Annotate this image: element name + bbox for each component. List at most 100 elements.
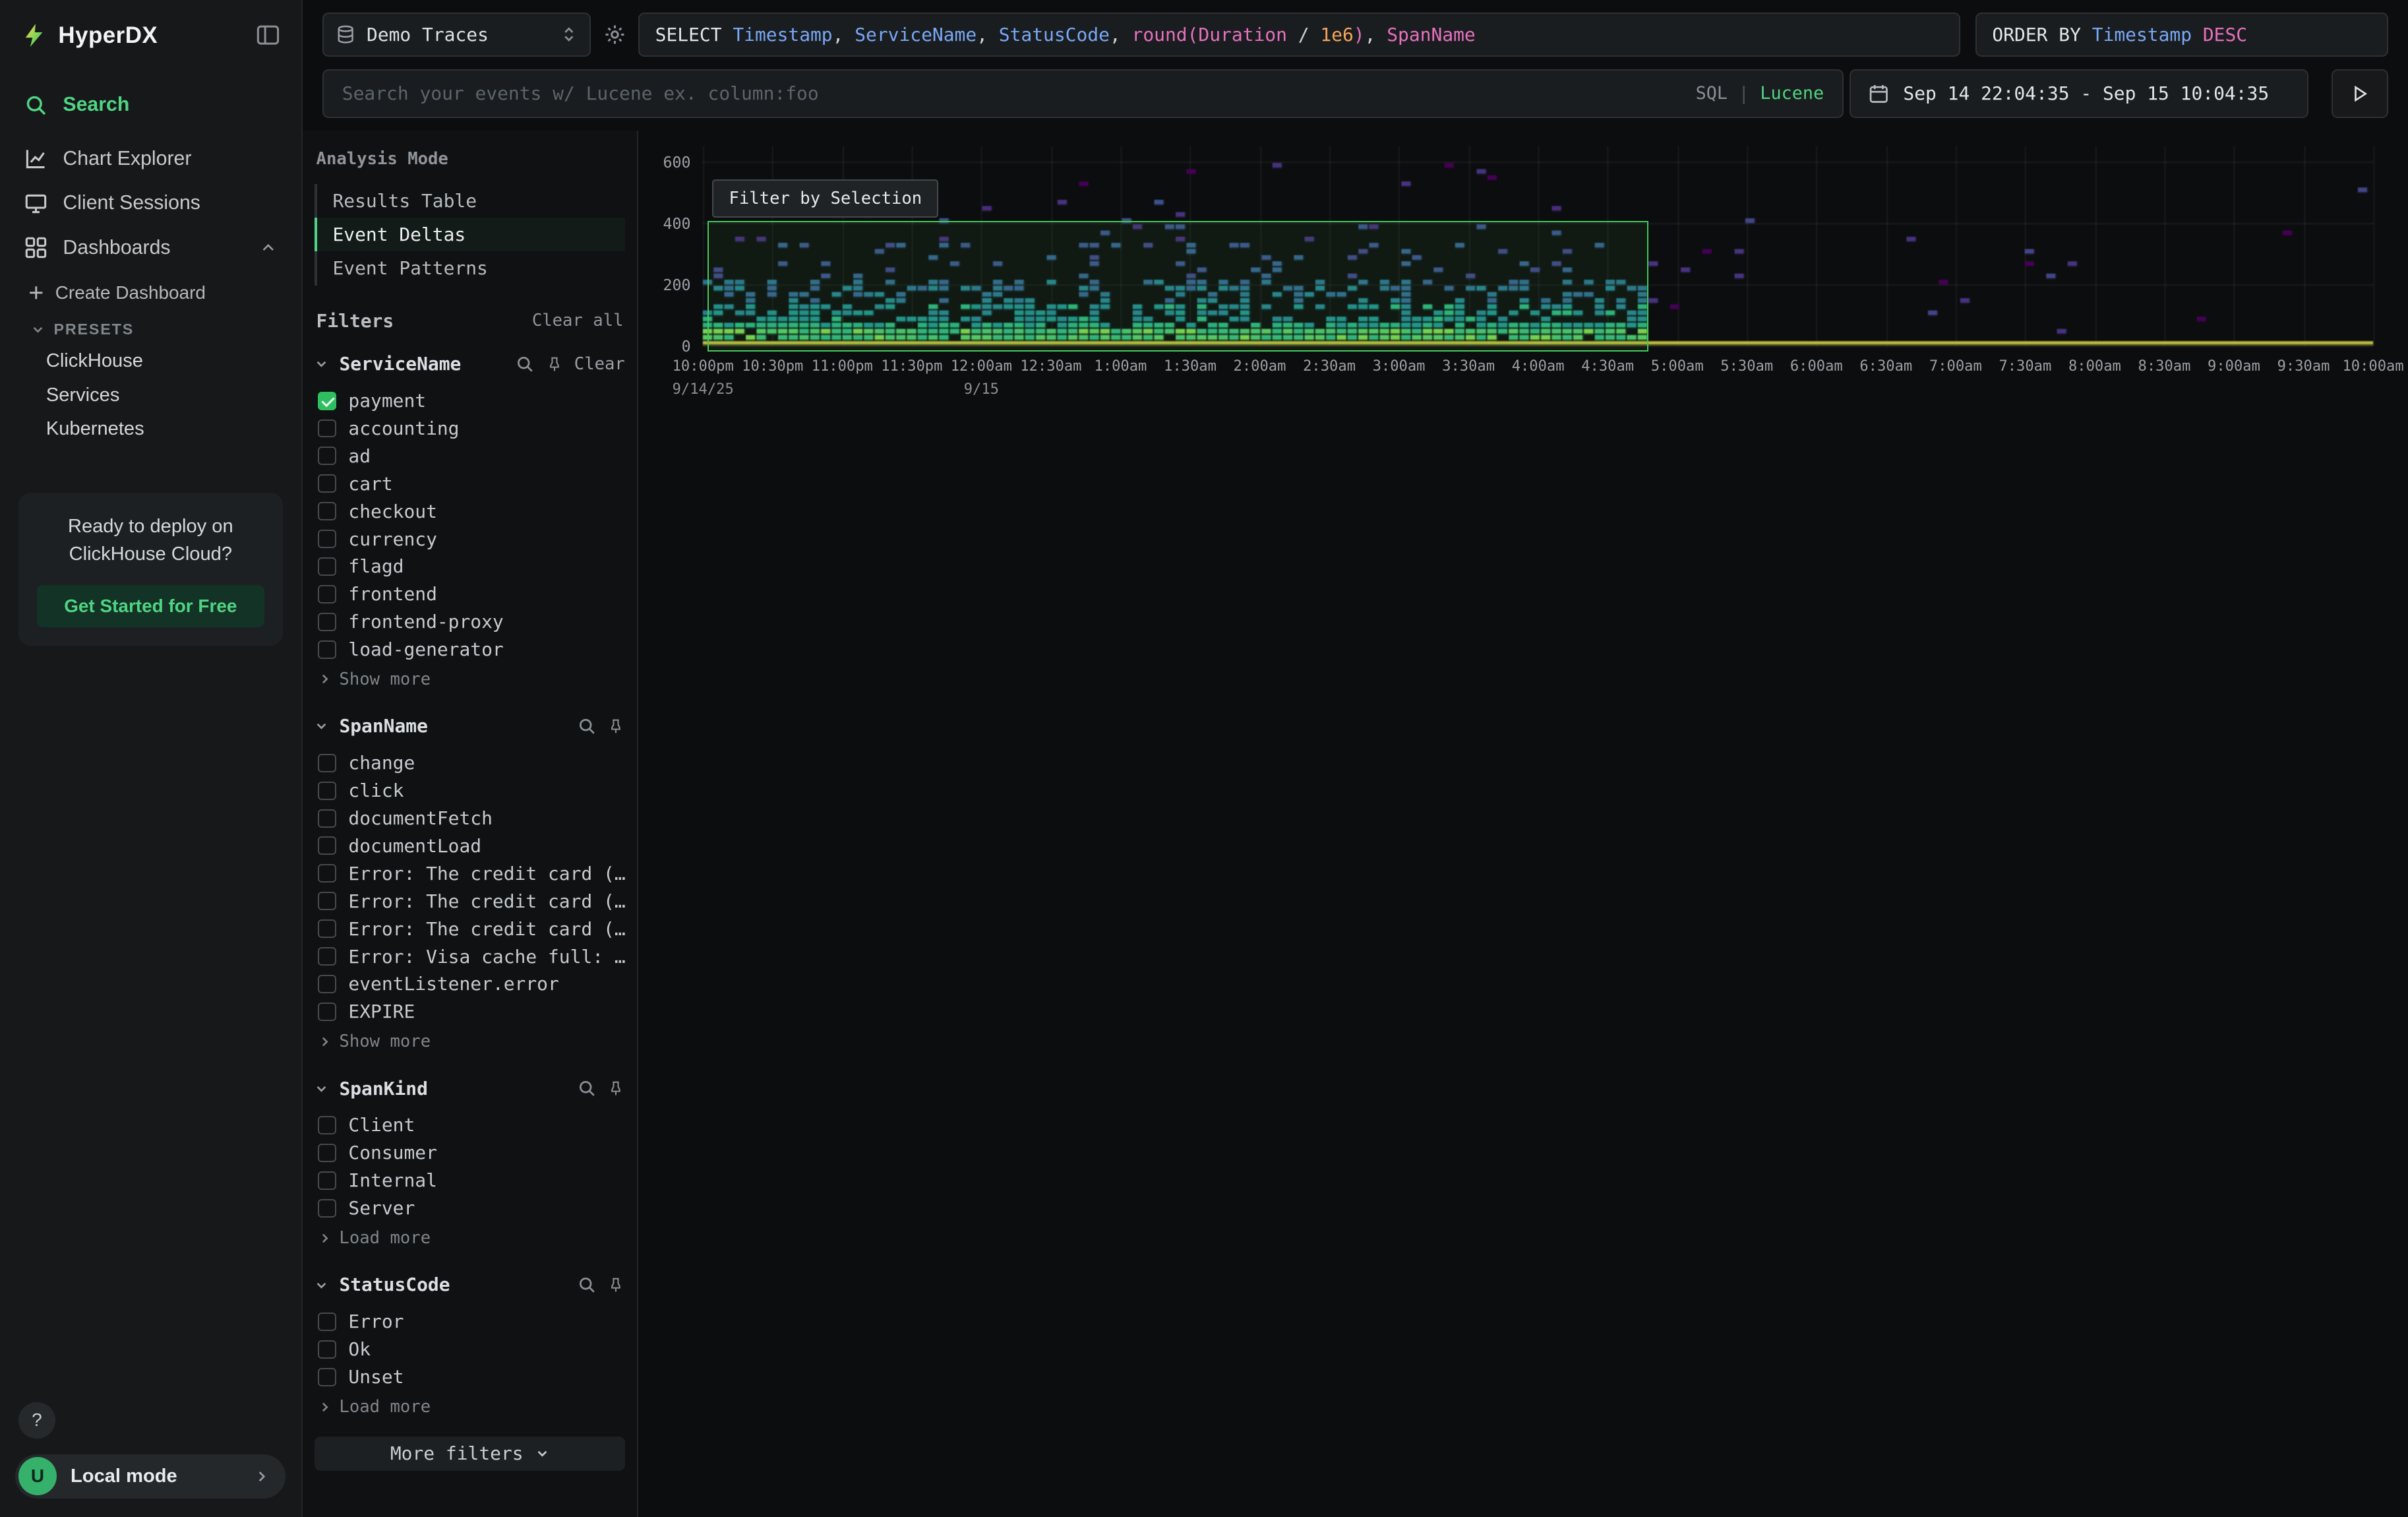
checkbox[interactable]	[318, 502, 336, 520]
checkbox[interactable]	[318, 474, 336, 493]
search-icon[interactable]	[578, 1276, 596, 1294]
language-toggle-sql[interactable]: SQL	[1696, 83, 1728, 104]
filter-checkbox-row[interactable]: Error: The credit card (…	[315, 915, 625, 943]
checkbox[interactable]	[318, 754, 336, 772]
checkbox[interactable]	[318, 782, 336, 800]
sidebar-item-search[interactable]: Search	[0, 83, 301, 127]
sidebar-item-client-sessions[interactable]: Client Sessions	[0, 181, 301, 226]
checkbox[interactable]	[318, 1116, 336, 1134]
filter-checkbox-row[interactable]: Client	[315, 1111, 625, 1139]
data-source-select[interactable]: Demo Traces	[322, 13, 591, 57]
checkbox[interactable]	[318, 419, 336, 438]
filter-checkbox-row[interactable]: documentFetch	[315, 805, 625, 832]
checkbox[interactable]	[318, 613, 336, 631]
checkbox[interactable]	[318, 947, 336, 966]
more-filters-button[interactable]: More filters	[315, 1437, 625, 1470]
sidebar-preset-item[interactable]: ClickHouse	[0, 344, 301, 379]
checkbox[interactable]	[318, 392, 336, 410]
get-started-button[interactable]: Get Started for Free	[37, 585, 264, 628]
create-dashboard-button[interactable]: Create Dashboard	[0, 270, 301, 311]
chevron-down-icon[interactable]	[315, 1278, 328, 1292]
filter-checkbox-row[interactable]: documentLoad	[315, 832, 625, 860]
checkbox[interactable]	[318, 809, 336, 828]
clear-filter-link[interactable]: Clear	[574, 354, 625, 374]
select-clause-input[interactable]: SELECT Timestamp, ServiceName, StatusCod…	[638, 13, 1960, 57]
filter-checkbox-row[interactable]: Error	[315, 1308, 625, 1336]
filter-checkbox-row[interactable]: Server	[315, 1194, 625, 1222]
filter-group-title[interactable]: SpanKind	[339, 1078, 427, 1099]
search-icon[interactable]	[578, 1079, 596, 1098]
checkbox[interactable]	[318, 640, 336, 659]
filter-checkbox-row[interactable]: Consumer	[315, 1139, 625, 1167]
chevron-down-icon[interactable]	[315, 719, 328, 733]
filter-checkbox-row[interactable]: Error: The credit card (…	[315, 859, 625, 887]
search-icon[interactable]	[516, 355, 534, 373]
sidebar-preset-item[interactable]: Kubernetes	[0, 412, 301, 447]
filter-checkbox-row[interactable]: eventListener.error	[315, 970, 625, 998]
source-settings-button[interactable]	[603, 23, 626, 46]
filter-checkbox-row[interactable]: checkout	[315, 497, 625, 525]
filter-checkbox-row[interactable]: payment	[315, 387, 625, 415]
filter-checkbox-row[interactable]: Error: Visa cache full: …	[315, 943, 625, 970]
filter-checkbox-row[interactable]: load-generator	[315, 636, 625, 664]
checkbox[interactable]	[318, 892, 336, 910]
filter-checkbox-row[interactable]: click	[315, 777, 625, 805]
load-more-link[interactable]: Load more	[315, 1225, 625, 1251]
filter-checkbox-row[interactable]: currency	[315, 525, 625, 553]
filter-checkbox-row[interactable]: flagd	[315, 553, 625, 580]
chart-selection-region[interactable]	[707, 221, 1648, 352]
filter-checkbox-row[interactable]: Ok	[315, 1336, 625, 1363]
search-icon[interactable]	[578, 717, 596, 735]
checkbox[interactable]	[318, 1171, 336, 1190]
filter-checkbox-row[interactable]: frontend	[315, 580, 625, 608]
filter-checkbox-row[interactable]: Error: The credit card (…	[315, 887, 625, 915]
filter-checkbox-row[interactable]: accounting	[315, 415, 625, 443]
checkbox[interactable]	[318, 975, 336, 993]
checkbox[interactable]	[318, 1199, 336, 1218]
filter-group-title[interactable]: SpanName	[339, 715, 427, 737]
show-more-link[interactable]: Show more	[315, 1028, 625, 1055]
chevron-down-icon[interactable]	[315, 357, 328, 371]
user-menu[interactable]: U Local mode	[15, 1454, 286, 1499]
filter-checkbox-row[interactable]: Internal	[315, 1167, 625, 1194]
filter-by-selection-button[interactable]: Filter by Selection	[712, 179, 938, 217]
checkbox[interactable]	[318, 1368, 336, 1386]
pin-icon[interactable]	[607, 1079, 625, 1098]
checkbox[interactable]	[318, 836, 336, 855]
filter-checkbox-row[interactable]: Unset	[315, 1363, 625, 1391]
checkbox[interactable]	[318, 447, 336, 465]
filter-checkbox-row[interactable]: frontend-proxy	[315, 608, 625, 636]
checkbox[interactable]	[318, 1340, 336, 1359]
time-range-picker[interactable]: Sep 14 22:04:35 - Sep 15 10:04:35	[1850, 69, 2308, 118]
filter-checkbox-row[interactable]: change	[315, 749, 625, 777]
checkbox[interactable]	[318, 585, 336, 604]
filter-group-title[interactable]: StatusCode	[339, 1274, 450, 1295]
filter-checkbox-row[interactable]: ad	[315, 442, 625, 470]
chevron-down-icon[interactable]	[315, 1082, 328, 1096]
pin-icon[interactable]	[607, 717, 625, 735]
checkbox[interactable]	[318, 1313, 336, 1331]
show-more-link[interactable]: Show more	[315, 666, 625, 693]
pin-icon[interactable]	[545, 355, 564, 373]
sidebar-item-chart-explorer[interactable]: Chart Explorer	[0, 137, 301, 181]
filter-checkbox-row[interactable]: cart	[315, 470, 625, 497]
search-bar[interactable]: SQL | Lucene	[322, 69, 1844, 118]
checkbox[interactable]	[318, 864, 336, 882]
help-button[interactable]: ?	[18, 1402, 55, 1439]
run-search-button[interactable]	[2332, 69, 2388, 118]
analysis-mode-option[interactable]: Event Deltas	[315, 218, 625, 251]
presets-toggle[interactable]: PRESETS	[0, 311, 301, 344]
sidebar-item-dashboards[interactable]: Dashboards	[0, 226, 301, 270]
order-by-input[interactable]: ORDER BY Timestamp DESC	[1975, 13, 2388, 57]
pin-icon[interactable]	[607, 1276, 625, 1294]
analysis-mode-option[interactable]: Results Table	[315, 184, 625, 218]
analysis-mode-option[interactable]: Event Patterns	[315, 251, 625, 285]
checkbox[interactable]	[318, 1144, 336, 1162]
search-input[interactable]	[342, 82, 1696, 104]
language-toggle-lucene[interactable]: Lucene	[1760, 83, 1824, 104]
clear-all-filters-link[interactable]: Clear all	[532, 311, 624, 330]
filter-checkbox-row[interactable]: EXPIRE	[315, 998, 625, 1026]
checkbox[interactable]	[318, 557, 336, 576]
collapse-sidebar-button[interactable]	[256, 25, 280, 45]
checkbox[interactable]	[318, 919, 336, 938]
